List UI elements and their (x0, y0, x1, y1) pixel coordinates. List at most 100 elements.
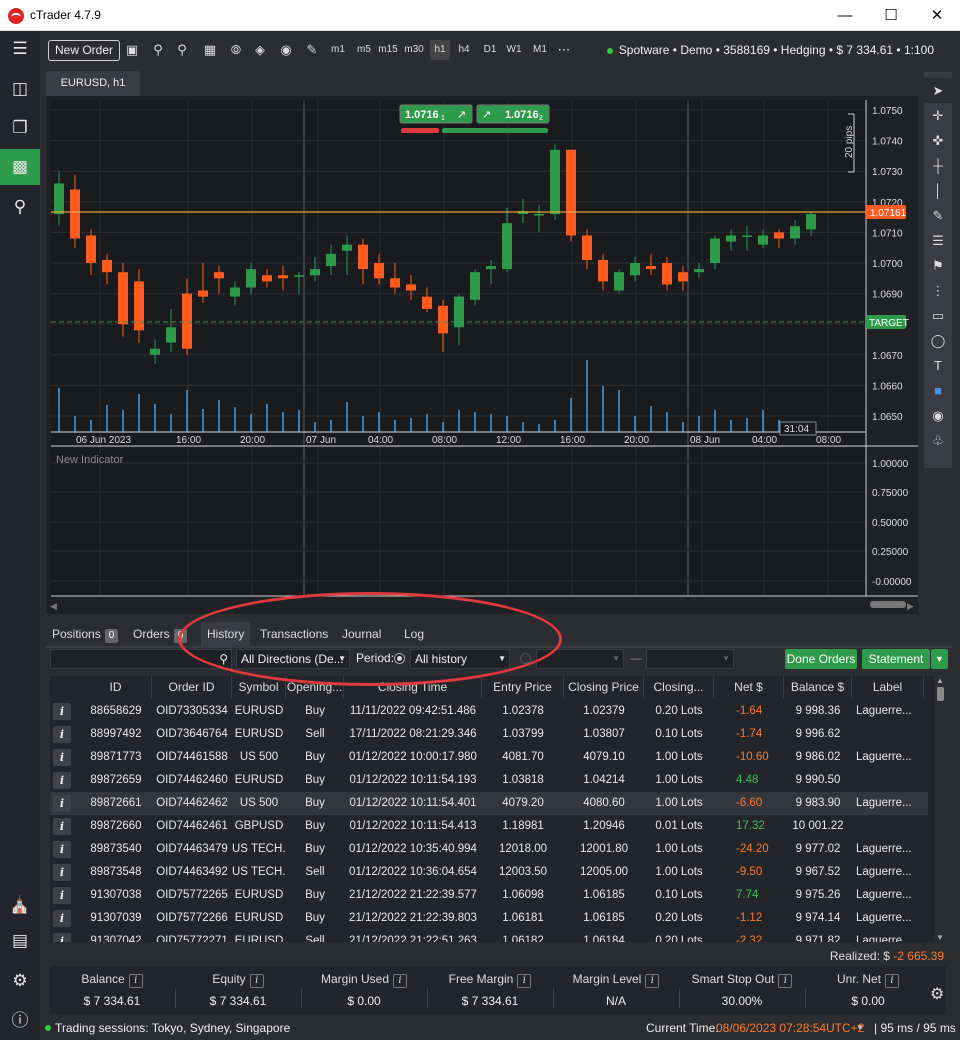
scroll-left-icon[interactable]: ◀ (50, 601, 57, 611)
info-icon[interactable]: i (249, 974, 264, 988)
tab-log[interactable]: Log (398, 622, 430, 646)
summary-settings-icon[interactable]: ⚙ (930, 984, 944, 1004)
column-header-closing-time[interactable]: Closing Time (344, 676, 482, 698)
crosshair-detail-icon[interactable]: ✜ (924, 128, 952, 153)
wallet-icon[interactable]: ▤ (0, 923, 40, 959)
column-header-entry-price[interactable]: Entry Price (482, 676, 564, 698)
timezone-chevron-icon[interactable]: ▼ (856, 1016, 864, 1040)
row-info-icon[interactable]: i (53, 749, 71, 766)
row-info-icon[interactable]: i (53, 841, 71, 858)
row-info-icon[interactable]: i (53, 818, 71, 835)
date-to-field[interactable]: ▼ (646, 649, 734, 669)
scroll-thumb[interactable] (936, 687, 944, 701)
statement-dropdown-icon[interactable]: ▼ (931, 649, 948, 669)
timeframe-m15[interactable]: m15 (378, 40, 398, 60)
drawing-icon[interactable]: ✎ (302, 41, 322, 59)
chart-tab-eurusd[interactable]: EURUSD, h1 (46, 71, 140, 96)
fibonacci-icon[interactable]: ☰ (924, 228, 952, 253)
statement-button[interactable]: Statement (862, 649, 930, 669)
table-row[interactable]: i 91307042 OID75772271 EURUSD Sell 21/12/2022… (50, 930, 928, 942)
current-time[interactable]: 08/06/2023 07:28:54 (716, 1016, 826, 1040)
scroll-up-icon[interactable]: ▲ (934, 676, 946, 685)
tab-history[interactable]: History (201, 622, 251, 646)
column-header-opening[interactable]: Opening... (286, 676, 344, 698)
scroll-right-icon[interactable]: ▶ (907, 601, 914, 611)
timeframe-m1[interactable]: m1 (328, 40, 348, 60)
buy-quick-button[interactable]: ↗ 1.0716 2 (476, 104, 550, 124)
info-icon[interactable]: i (128, 974, 143, 988)
timeframe-d1[interactable]: D1 (480, 40, 500, 60)
tab-journal[interactable]: Journal (336, 622, 387, 646)
pointer-icon[interactable]: ➤ (924, 78, 952, 103)
date-from-field[interactable]: ▼ (536, 649, 624, 669)
column-header-net[interactable]: Net $ (714, 676, 784, 698)
menu-icon[interactable]: ☰ (0, 31, 40, 67)
rectangle-icon[interactable]: ▭ (924, 303, 952, 328)
table-row[interactable]: i 89872659 OID74462460 EURUSD Buy 01/12/2022 … (50, 769, 928, 792)
analyze-icon[interactable]: ⚲ (0, 189, 40, 225)
row-info-icon[interactable]: i (53, 887, 71, 904)
table-row[interactable]: i 88997492 OID73646764 EURUSD Sell 17/11/2022… (50, 723, 928, 746)
row-info-icon[interactable]: i (53, 703, 71, 720)
column-header-symbol[interactable]: Symbol (232, 676, 286, 698)
period-select[interactable]: All history ▼ (410, 649, 510, 669)
settings-icon[interactable]: ⚙ (0, 963, 40, 999)
table-row[interactable]: i 89873540 OID74463479 US TECH... Buy 01/12/2… (50, 838, 928, 861)
new-order-button[interactable]: New Order (48, 40, 121, 61)
row-info-icon[interactable]: i (53, 772, 71, 789)
tab-positions[interactable]: Positions 0 (46, 622, 124, 646)
table-row[interactable]: i 91307039 OID75772266 EURUSD Buy 21/12/2022 … (50, 907, 928, 930)
row-info-icon[interactable]: i (53, 864, 71, 881)
maximize-icon[interactable]: ☐ (868, 0, 914, 31)
color-icon[interactable]: ■ (924, 378, 952, 403)
timeframe-w1[interactable]: W1 (504, 40, 524, 60)
tab-orders[interactable]: Orders 0 (127, 622, 193, 646)
crosshair-icon[interactable]: ✛ (924, 103, 952, 128)
row-info-icon[interactable]: i (53, 933, 71, 942)
column-header-closing-price[interactable]: Closing Price (564, 676, 644, 698)
horizontal-line-icon[interactable]: ┼ (924, 153, 952, 178)
timeframe-h4[interactable]: h4 (454, 40, 474, 60)
scroll-down-icon[interactable]: ▼ (934, 933, 946, 942)
table-row[interactable]: i 89872661 OID74462462 US 500 Buy 01/12/2022 … (50, 792, 928, 815)
column-header-label[interactable]: Label (852, 676, 924, 698)
price-chart[interactable]: 1.07501.07401.07301.07201.07101.07001.06… (46, 96, 918, 614)
layout-icon[interactable]: ▣ (122, 41, 142, 59)
row-info-icon[interactable]: i (53, 726, 71, 743)
ellipse-icon[interactable]: ◯ (924, 328, 952, 353)
broker-icon[interactable]: ⛪ (0, 887, 40, 923)
text-icon[interactable]: T (924, 353, 952, 378)
sell-quick-button[interactable]: 1.0716 1 ↗ (399, 104, 473, 124)
row-info-icon[interactable]: i (53, 795, 71, 812)
copy-icon[interactable]: ❐ (0, 110, 40, 146)
zoom-out-icon[interactable]: ⚲ (172, 41, 192, 59)
table-row[interactable]: i 89873548 OID74463492 US TECH... Sell 01/12/… (50, 861, 928, 884)
timeframe-h1[interactable]: h1 (430, 40, 450, 60)
done-orders-button[interactable]: Done Orders (785, 649, 857, 669)
period-radio-preset[interactable] (394, 653, 405, 664)
more-icon[interactable]: ⋯ (554, 41, 574, 59)
grid-tool-icon[interactable]: ⋮ (924, 278, 952, 303)
automate-icon[interactable]: ▩ (0, 149, 40, 185)
period-radio-custom[interactable] (520, 653, 531, 664)
camera-icon[interactable]: ◉ (924, 403, 952, 428)
close-icon[interactable]: ✕ (914, 0, 960, 31)
table-row[interactable]: i 89872660 OID74462461 GBPUSD Buy 01/12/2022 … (50, 815, 928, 838)
zoom-in-icon[interactable]: ⚲ (148, 41, 168, 59)
eye-icon[interactable]: ◉ (276, 41, 296, 59)
direction-select[interactable]: All Directions (De... ▼ (236, 649, 350, 669)
table-row[interactable]: i 91307038 OID75772265 EURUSD Buy 21/12/2022 … (50, 884, 928, 907)
table-row[interactable]: i 89871773 OID74461588 US 500 Buy 01/12/2022 … (50, 746, 928, 769)
column-header-balance[interactable]: Balance $ (784, 676, 852, 698)
chart-type-icon[interactable]: ▦ (200, 41, 220, 59)
trade-icon[interactable]: ◫ (0, 71, 40, 107)
info-icon[interactable]: i (778, 974, 793, 988)
layers-icon[interactable]: ◈ (250, 41, 270, 59)
indicators-icon[interactable]: ⦾ (226, 41, 246, 59)
info-icon[interactable]: i (645, 974, 660, 988)
table-scrollbar[interactable]: ▲ ▼ (934, 676, 946, 942)
table-row[interactable]: i 88658629 OID73305334 EURUSD Buy 11/11/2022 … (50, 700, 928, 723)
history-search-input[interactable]: ⚲ (50, 649, 232, 669)
timeframe-mn1[interactable]: M1 (530, 40, 550, 60)
column-header-closing[interactable]: Closing... (644, 676, 714, 698)
